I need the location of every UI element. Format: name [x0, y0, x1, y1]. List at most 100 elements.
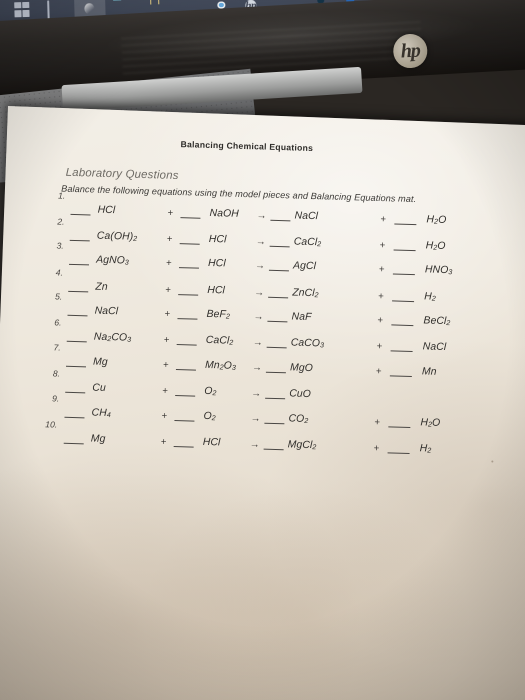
plus-operator: + [376, 341, 383, 353]
section-heading: Laboratory Questions [65, 166, 179, 183]
plus-operator: + [166, 233, 173, 245]
reactant-formula: Ca(OH)2 [96, 230, 138, 243]
coefficient-blank [391, 323, 414, 327]
coefficient-blank [270, 218, 291, 222]
product-formula: HNO3 [424, 264, 453, 277]
coefficient-blank [269, 244, 290, 248]
coefficient-blank [173, 445, 194, 448]
coefficient-blank [268, 295, 289, 299]
coefficient-blank [263, 447, 284, 451]
reactant-formula: BeF2 [206, 309, 231, 321]
plus-operator: + [373, 442, 380, 455]
plus-operator: + [378, 264, 385, 276]
coefficient-blank [388, 425, 411, 429]
coefficient-blank [179, 242, 200, 245]
product-formula: H2 [424, 291, 436, 303]
coefficient-blank [264, 421, 285, 425]
reactant-formula: NaCl [94, 305, 119, 318]
equation-row: AgNO3 + HCl → AgCl + HNO3 [1, 250, 452, 277]
coefficient-blank [268, 269, 289, 272]
coefficient-blank [64, 415, 85, 419]
equation-number: 7. [53, 342, 61, 353]
coefficient-blank [266, 346, 287, 349]
coefficient-blank [265, 396, 286, 400]
paper-speck [491, 460, 494, 463]
equation-number: 9. [51, 393, 60, 404]
reactant-formula: Mg [92, 356, 108, 369]
plus-operator: + [167, 207, 174, 219]
plus-operator: + [374, 417, 381, 429]
reactant-formula: Zn [95, 281, 108, 293]
coefficient-blank [66, 340, 87, 343]
coefficient-blank [176, 343, 197, 347]
coefficient-blank [68, 263, 90, 266]
product-formula: H2O [426, 214, 447, 226]
product-formula: NaCl [422, 341, 447, 354]
paper-shading [136, 482, 475, 700]
reactant-formula: HCl [207, 258, 226, 270]
coefficient-blank [394, 222, 417, 226]
reactant-formula: Mn2O3 [204, 360, 237, 373]
coefficient-blank [65, 390, 86, 394]
coefficient-blank [70, 212, 91, 216]
photo-scene: hpS1NS hp Balancing Chemical Equations L… [0, 0, 525, 700]
plus-operator: + [160, 436, 167, 448]
page-title: Balancing Chemical Equations [180, 139, 314, 154]
coefficient-blank [69, 238, 90, 242]
yields-arrow: → [256, 210, 267, 222]
plus-operator: + [377, 315, 384, 327]
yields-arrow: → [254, 287, 265, 299]
equation-number: 4. [55, 267, 64, 278]
coefficient-blank [67, 314, 88, 317]
reactant-formula: NaOH [209, 207, 240, 220]
equation-number: 3. [56, 240, 64, 252]
product-formula: MgO [289, 362, 314, 375]
product-formula: AgCl [292, 260, 317, 273]
coefficient-blank [175, 368, 196, 371]
coefficient-blank [390, 349, 413, 353]
worksheet-paper: Balancing Chemical Equations Laboratory … [0, 106, 525, 700]
product-formula: MgCl2 [287, 439, 317, 452]
plus-operator: + [380, 214, 387, 226]
yields-arrow: → [252, 337, 263, 349]
equation-row: Ca(OH)2 + HCl → CaCl2 + H2O [1, 226, 446, 252]
product-formula: NaCl [294, 210, 319, 223]
coefficient-blank [63, 441, 84, 445]
product-formula: CaCO3 [290, 337, 325, 350]
equation-row: HCl + NaOH → NaCl + H2O [2, 200, 446, 226]
product-formula: NaF [291, 311, 312, 324]
equation-number: 10. [45, 419, 58, 430]
plus-operator: + [162, 385, 169, 397]
reactant-formula: O2 [203, 411, 216, 423]
plus-operator: + [161, 410, 168, 422]
yields-arrow: → [255, 236, 266, 248]
product-formula: H2O [425, 240, 446, 252]
coefficient-blank [178, 266, 199, 270]
product-formula: Mn [421, 366, 437, 378]
coefficient-blank [177, 317, 198, 320]
product-formula: CO2 [288, 413, 309, 426]
coefficient-blank [65, 364, 87, 368]
plus-operator: + [375, 366, 382, 378]
coefficient-blank [387, 451, 410, 455]
coefficient-blank [389, 374, 412, 378]
coefficient-blank [392, 272, 415, 276]
coefficient-blank [392, 299, 415, 302]
equation-number: 6. [54, 317, 62, 329]
product-formula: H2O [420, 417, 441, 430]
equation-row: Zn + HCl → ZnCl2 + H2 [0, 276, 436, 302]
reactant-formula: HCl [202, 436, 221, 449]
product-formula: CaCl2 [293, 236, 322, 249]
paper-bottom-shadow [0, 467, 525, 700]
reactant-formula: O2 [204, 385, 217, 398]
product-formula: ZnCl2 [292, 287, 319, 299]
coefficient-blank [178, 292, 199, 296]
plus-operator: + [165, 284, 172, 296]
yields-arrow: → [251, 388, 262, 400]
yields-arrow: → [251, 362, 263, 374]
product-formula: H2 [419, 443, 432, 455]
product-formula: BeCl2 [423, 315, 451, 328]
coefficient-blank [180, 216, 201, 219]
yields-arrow: → [253, 311, 264, 323]
plus-operator: + [378, 290, 384, 302]
